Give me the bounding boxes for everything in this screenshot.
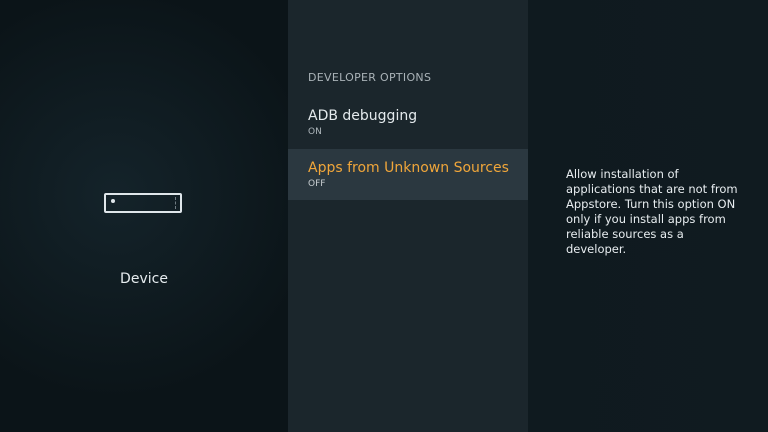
menu-item-value: OFF xyxy=(308,179,326,189)
settings-screen: Device DEVELOPER OPTIONS ADB debugging O… xyxy=(0,0,768,432)
menu-item-title: Apps from Unknown Sources xyxy=(308,160,509,176)
menu-item-title: ADB debugging xyxy=(308,108,418,124)
section-header: DEVELOPER OPTIONS xyxy=(308,71,432,84)
menu-item-adb-debugging[interactable]: ADB debugging ON xyxy=(288,107,528,143)
developer-options-menu: DEVELOPER OPTIONS ADB debugging ON Apps … xyxy=(288,0,528,432)
menu-item-value: ON xyxy=(308,127,322,137)
description-pane: Allow installation of applications that … xyxy=(528,0,768,432)
menu-item-unknown-sources[interactable]: Apps from Unknown Sources OFF xyxy=(288,149,528,200)
option-description: Allow installation of applications that … xyxy=(566,167,738,256)
category-label: Device xyxy=(120,271,168,287)
device-icon xyxy=(104,193,182,213)
category-pane: Device xyxy=(0,0,288,432)
